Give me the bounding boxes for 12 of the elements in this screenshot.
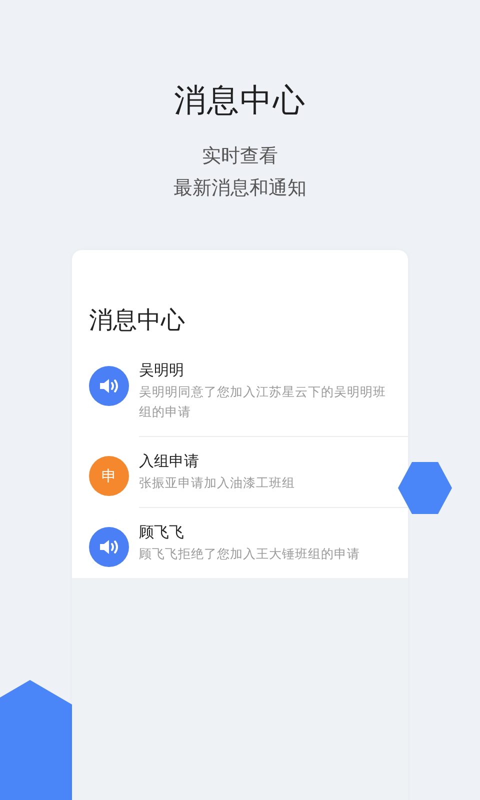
hexagon-shape bbox=[398, 462, 452, 514]
message-sender: 顾飞飞 bbox=[139, 522, 185, 542]
message-text: 张振亚申请加入油漆工班组 bbox=[139, 474, 296, 492]
message-sender: 吴明明 bbox=[139, 360, 185, 380]
card-title: 消息中心 bbox=[89, 305, 186, 336]
avatar: 申 bbox=[89, 456, 129, 496]
message-text: 吴明明同意了您加入江苏星云下的吴明明班组的申请 bbox=[139, 383, 387, 421]
message-text: 顾飞飞拒绝了您加入王大锤班组的申请 bbox=[139, 545, 361, 563]
subtitle-text: 最新消息和通知 bbox=[172, 176, 308, 201]
page-title: 消息中心 bbox=[173, 80, 307, 121]
subtitle-text: 实时查看 bbox=[201, 144, 279, 169]
message-sender: 入组申请 bbox=[139, 451, 200, 471]
